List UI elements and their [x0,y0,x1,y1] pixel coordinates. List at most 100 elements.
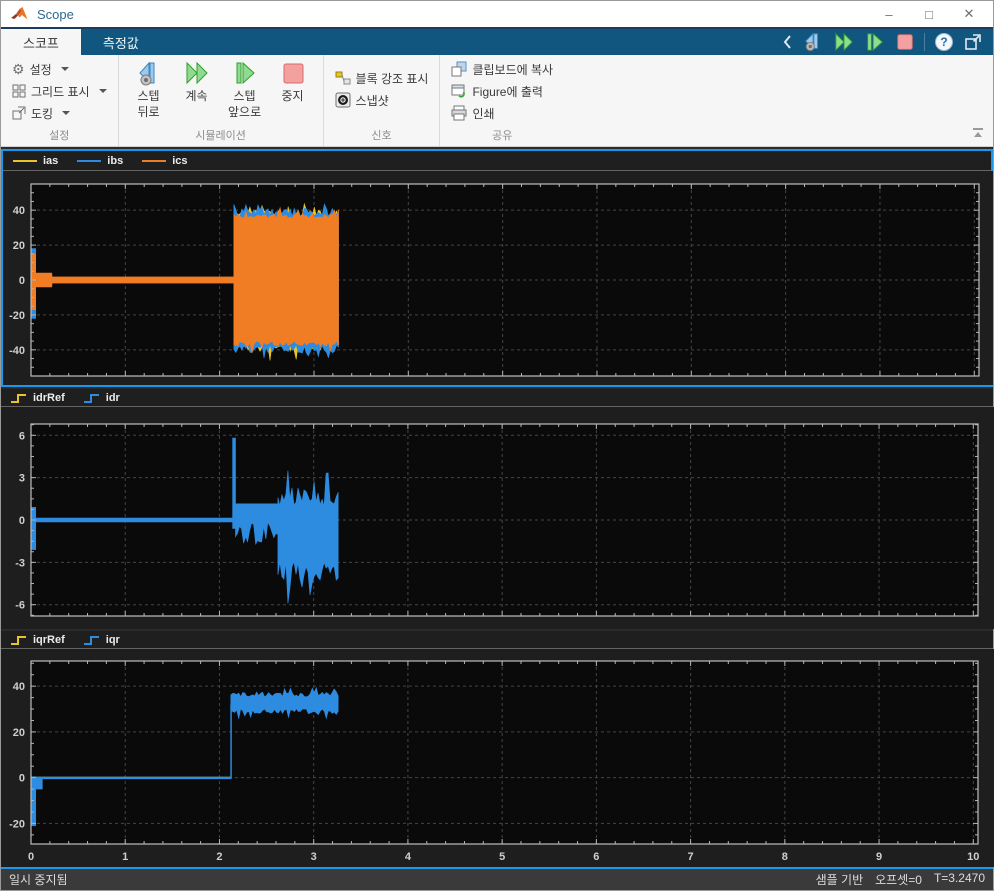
snapshot-button[interactable]: 스냅샷 [332,89,432,111]
print-label: 인쇄 [472,106,495,121]
legend-step-icon [11,393,26,403]
plot-iqr[interactable]: 40 20 0 -20 0 1 2 3 4 5 6 7 8 9 10 [1,649,994,867]
step-forward-icon [236,61,255,85]
step-forward-icon[interactable] [864,32,886,52]
toolbar-divider [924,33,925,51]
offset-text: 오프셋=0 [875,873,922,887]
stop-label: 중지 [281,89,304,103]
settings-label: 설정 [29,62,52,77]
ribbon-section-share: 클립보드에 복사 Figure에 출력 인쇄 공유 [439,55,564,146]
minimize-button[interactable]: – [869,2,909,26]
tab-strip: 스코프 측정값 ? [1,29,993,55]
plot-currents[interactable]: 40 20 0 -20 -40 [3,171,993,385]
highlight-block-button[interactable]: 블록 강조 표시 [332,67,432,89]
tab-scope[interactable]: 스코프 [1,29,81,55]
step-forward-label-2: 앞으로 [227,105,262,120]
ribbon-section-settings: ⚙ 설정 그리드 표시 도킹 설정 [1,55,118,146]
step-back-settings-icon [138,61,155,86]
stop-button[interactable]: 중지 [271,58,315,120]
continue-label: 계속 [185,89,208,103]
svg-text:0: 0 [19,275,25,287]
time-text: T=3.2470 [933,871,985,885]
legend-label: ias [43,154,59,167]
legend-idr: idrRef idr [1,389,993,407]
grid-display-button[interactable]: 그리드 표시 [9,80,110,102]
svg-text:6: 6 [593,851,599,863]
legend-item-ias[interactable]: ias [12,155,58,167]
chevron-down-icon [62,111,71,115]
legend-item-ibs[interactable]: ibs [76,155,123,167]
legend-item-ics[interactable]: ics [141,154,188,167]
continue-icon[interactable] [833,32,855,52]
step-back-settings-icon[interactable] [802,32,824,52]
figure-output-icon [451,84,466,98]
docking-button[interactable]: 도킹 [9,102,110,124]
step-forward-button[interactable]: 스텝 앞으로 [223,58,267,120]
svg-text:0: 0 [28,851,34,863]
copy-icon [451,61,467,77]
copy-clipboard-button[interactable]: 클립보드에 복사 [448,58,556,80]
step-back-button[interactable]: 스텝 뒤로 [127,58,171,120]
legend-label: idrRef [33,391,65,404]
window-title: Scope [37,6,74,22]
legend-step-icon [83,635,99,645]
continue-button[interactable]: 계속 [175,58,219,120]
collapse-ribbon-icon[interactable] [971,127,985,140]
legend-step-icon [11,635,26,645]
maximize-button[interactable]: □ [909,2,949,26]
docking-label: 도킹 [31,106,54,121]
stop-icon [283,63,304,84]
section-caption: 공유 [492,130,513,142]
legend-item-iqrRef[interactable]: iqrRef [10,634,65,646]
help-icon[interactable]: ? [934,32,954,52]
legend-label: idr [105,391,120,404]
print-button[interactable]: 인쇄 [448,102,556,124]
svg-text:5: 5 [499,851,505,863]
svg-text:4: 4 [405,851,412,863]
dock-icon [12,106,26,120]
chevron-left-icon[interactable] [781,33,793,51]
svg-text:0: 0 [19,773,25,785]
snapshot-icon [335,92,351,108]
svg-text:10: 10 [967,851,979,863]
ribbon-section-signal: 블록 강조 표시 스냅샷 신호 [322,55,440,146]
svg-text:-40: -40 [9,345,25,357]
legend-label: ics [172,154,188,167]
plot-idr[interactable]: 6 3 0 -3 -6 [1,407,994,629]
svg-text:-20: -20 [9,310,25,322]
legend-item-idrRef[interactable]: idrRef [10,392,65,404]
highlight-block-label: 블록 강조 표시 [355,71,429,86]
svg-text:6: 6 [19,430,25,442]
legend-currents: ias ibs ics [3,151,991,171]
stop-icon[interactable] [895,32,915,52]
section-caption: 신호 [371,130,392,142]
step-back-label-2: 뒤로 [137,105,160,120]
legend-item-idr[interactable]: idr [83,392,120,404]
svg-text:1: 1 [122,851,128,863]
plot-panel-currents[interactable]: ias ibs ics 40 20 0 -20 -40 [1,149,993,387]
legend-iqr: iqrRef iqr [1,631,993,649]
settings-button[interactable]: ⚙ 설정 [9,58,110,80]
print-icon [451,105,467,121]
popout-icon[interactable] [963,32,983,52]
svg-text:3: 3 [311,851,317,863]
snapshot-label: 스냅샷 [355,93,389,108]
svg-text:-20: -20 [9,818,25,830]
grid-icon [12,84,26,98]
status-bar: 일시 중지됨 샘플 기반 오프셋=0 T=3.2470 [1,867,993,890]
legend-step-icon [83,393,99,403]
svg-text:9: 9 [876,851,882,863]
copy-clipboard-label: 클립보드에 복사 [472,62,554,77]
legend-label: ibs [107,154,124,167]
svg-text:3: 3 [19,473,25,485]
legend-line-icon [142,159,167,162]
legend-item-iqr[interactable]: iqr [83,634,120,646]
close-button[interactable]: ✕ [949,2,989,26]
chevron-down-icon [60,67,69,71]
figure-output-label: Figure에 출력 [472,84,543,99]
legend-label: iqr [105,633,120,646]
figure-output-button[interactable]: Figure에 출력 [448,80,556,102]
svg-text:-6: -6 [15,600,25,612]
legend-line-icon [77,159,102,162]
tab-measurements[interactable]: 측정값 [81,29,161,55]
